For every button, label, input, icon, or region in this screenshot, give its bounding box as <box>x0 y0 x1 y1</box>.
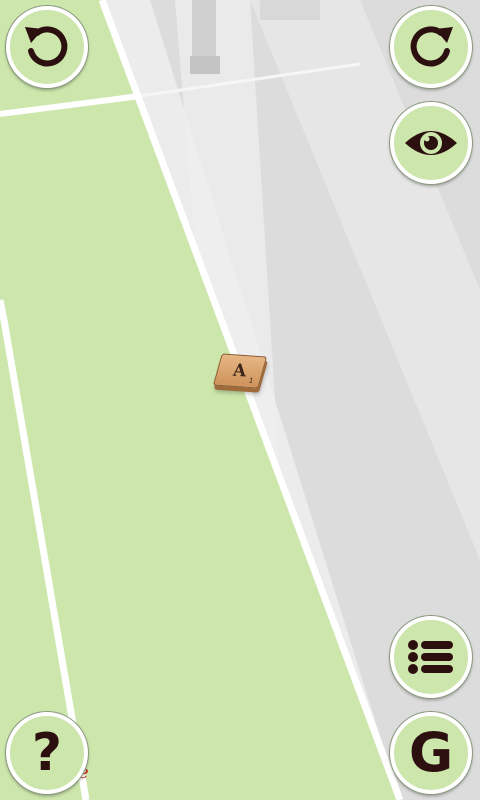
help-icon: ? <box>31 723 63 783</box>
g-button[interactable]: G <box>390 712 472 794</box>
g-icon: G <box>408 721 454 784</box>
view-button[interactable] <box>390 102 472 184</box>
redo-button[interactable] <box>390 6 472 88</box>
undo-icon <box>25 26 68 67</box>
tile-score: 1 <box>247 376 255 386</box>
letter-tile[interactable]: A 1 <box>212 353 268 389</box>
board-pillar <box>192 0 216 62</box>
redo-icon <box>410 26 453 67</box>
list-icon <box>408 640 453 674</box>
eye-icon <box>405 131 457 155</box>
help-button[interactable]: ? <box>6 712 88 794</box>
board-block <box>260 0 320 20</box>
undo-button[interactable] <box>6 6 88 88</box>
tile-letter: A <box>232 360 248 382</box>
menu-list-button[interactable] <box>390 616 472 698</box>
board-pillar-base <box>190 56 220 74</box>
